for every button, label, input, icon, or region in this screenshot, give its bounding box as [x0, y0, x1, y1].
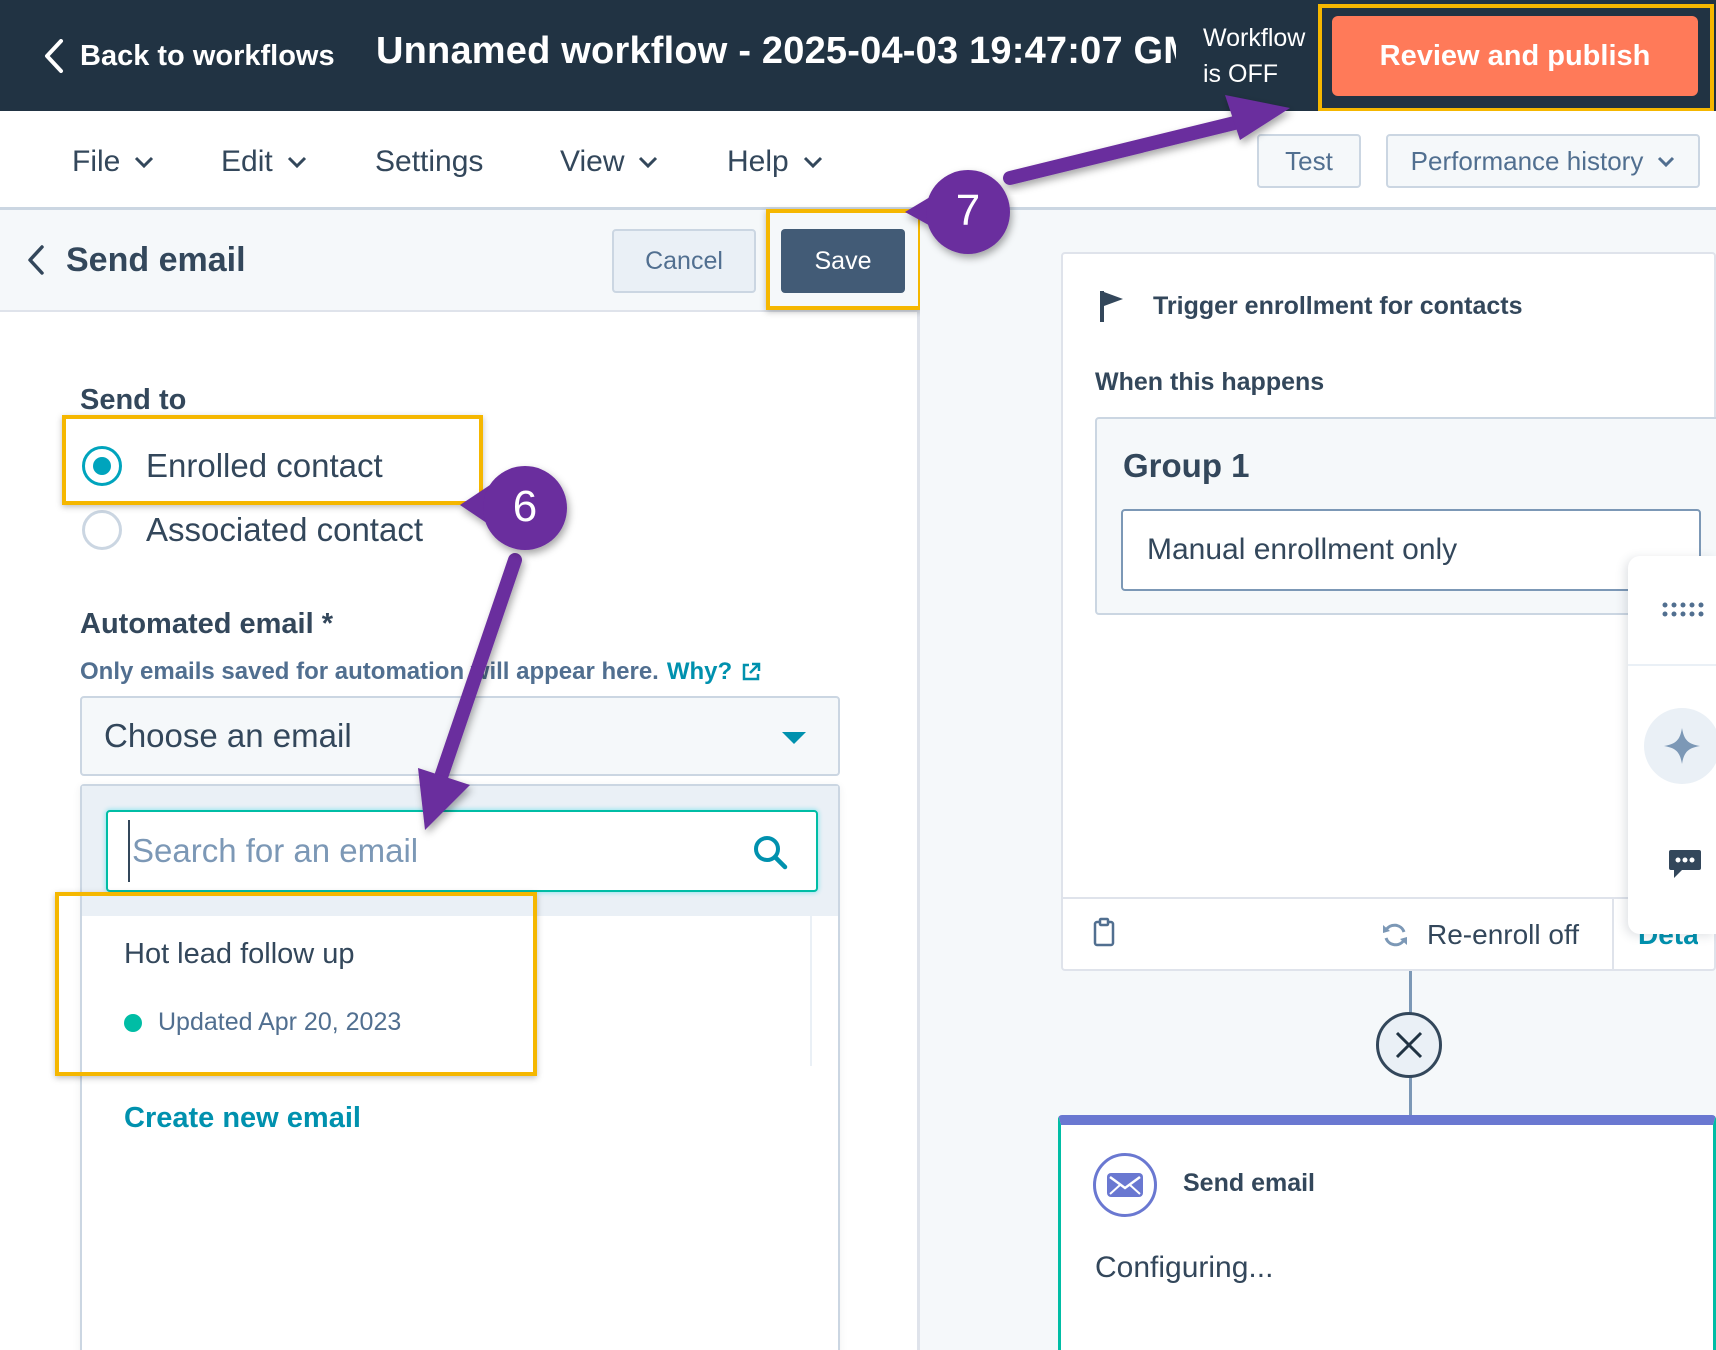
caret-down-icon [782, 732, 806, 744]
when-this-happens-label: When this happens [1095, 368, 1325, 396]
search-box[interactable] [106, 810, 818, 892]
chevron-down-icon [1658, 156, 1675, 167]
publish-highlight-box [1318, 4, 1714, 112]
rail-divider [1628, 664, 1716, 666]
right-tool-rail [1628, 556, 1716, 934]
search-input[interactable] [128, 820, 728, 882]
menu-view[interactable]: View [560, 142, 658, 182]
chat-icon[interactable] [1668, 848, 1702, 880]
trigger-title: Trigger enrollment for contacts [1153, 291, 1523, 320]
grid-dots-icon[interactable] [1662, 602, 1706, 618]
menu-help[interactable]: Help [727, 142, 823, 182]
sparkle-icon [1664, 728, 1700, 764]
ai-assistant-button[interactable] [1644, 708, 1716, 784]
menu-edit[interactable]: Edit [221, 142, 307, 182]
workflow-title[interactable]: Unnamed workflow - 2025-04-03 19:47:07 G… [376, 30, 1176, 82]
performance-history-button[interactable]: Performance history [1386, 134, 1700, 188]
create-new-email-link[interactable]: Create new email [124, 1102, 361, 1135]
panel-title: Send email [66, 240, 246, 279]
menu-bar: File Edit Settings View Help Test Perfor… [0, 111, 1716, 210]
why-label: Why? [666, 658, 733, 685]
test-button[interactable]: Test [1257, 134, 1361, 188]
radio-unselected-icon[interactable] [82, 510, 122, 550]
delete-branch-button[interactable] [1376, 1012, 1442, 1078]
menu-edit-label: Edit [221, 145, 273, 178]
chevron-left-icon [45, 39, 63, 73]
step-7-number: 7 [955, 186, 981, 235]
send-to-label: Send to [80, 384, 187, 416]
automated-email-help: Only emails saved for automation will ap… [80, 652, 840, 692]
chevron-down-icon [287, 156, 306, 168]
action-config-panel: Send email Cancel Save Send to Enrolled … [0, 210, 920, 1350]
send-email-action-card[interactable]: Send email Configuring... [1058, 1115, 1716, 1350]
search-icon[interactable] [752, 834, 788, 870]
re-enroll-toggle[interactable]: Re-enroll off [1381, 919, 1579, 951]
re-enroll-label: Re-enroll off [1427, 919, 1580, 950]
footer-divider [1612, 899, 1614, 971]
action-status: Configuring... [1095, 1251, 1274, 1284]
refresh-icon [1383, 923, 1407, 947]
radio-associated-label: Associated contact [146, 511, 423, 548]
chevron-left-icon [28, 245, 44, 275]
menu-help-label: Help [727, 145, 789, 178]
menu-settings-label: Settings [375, 145, 484, 178]
menu-file[interactable]: File [72, 142, 154, 182]
flag-icon [1100, 291, 1123, 322]
cancel-button[interactable]: Cancel [612, 229, 756, 293]
trigger-card-footer: Re-enroll off Details [1063, 897, 1716, 971]
chevron-down-icon [803, 156, 822, 168]
save-highlight-box [766, 209, 922, 310]
email-option-highlight-box [55, 892, 537, 1076]
group-title: Group 1 [1123, 447, 1250, 484]
chevron-down-icon [639, 156, 658, 168]
external-link-icon [742, 662, 761, 681]
automated-email-label: Automated email * [80, 608, 333, 640]
why-link[interactable]: Why? [667, 658, 762, 686]
menu-settings[interactable]: Settings [375, 142, 483, 182]
workflow-status: Workflow is OFF [1203, 20, 1323, 92]
trigger-header: Trigger enrollment for contacts [1099, 290, 1523, 322]
close-icon [1395, 1031, 1423, 1059]
trigger-card[interactable]: Trigger enrollment for contacts When thi… [1061, 252, 1716, 971]
group-filter[interactable]: Manual enrollment only [1121, 509, 1701, 591]
radio-associated-contact[interactable]: Associated contact [82, 508, 423, 552]
workflow-status-line2: is OFF [1203, 60, 1278, 88]
clipboard-icon[interactable] [1093, 917, 1115, 947]
chevron-down-icon [135, 156, 154, 168]
action-title: Send email [1183, 1169, 1315, 1197]
back-to-workflows-link[interactable]: Back to workflows [44, 36, 335, 76]
email-action-icon [1093, 1153, 1157, 1217]
filter-group[interactable]: Group 1 Manual enrollment only [1095, 417, 1716, 615]
envelope-icon [1107, 1173, 1143, 1197]
step-6-number: 6 [512, 482, 538, 531]
email-select-value: Choose an email [104, 717, 352, 754]
help-text: Only emails saved for automation will ap… [80, 658, 659, 685]
email-select[interactable]: Choose an email [80, 696, 840, 776]
back-label: Back to workflows [80, 39, 335, 72]
performance-history-label: Performance history [1410, 145, 1644, 176]
workflow-status-line1: Workflow [1203, 24, 1306, 52]
menu-file-label: File [72, 145, 121, 178]
panel-back[interactable]: Send email [28, 240, 246, 280]
enrolled-contact-highlight-box [62, 415, 483, 505]
menu-view-label: View [560, 145, 625, 178]
